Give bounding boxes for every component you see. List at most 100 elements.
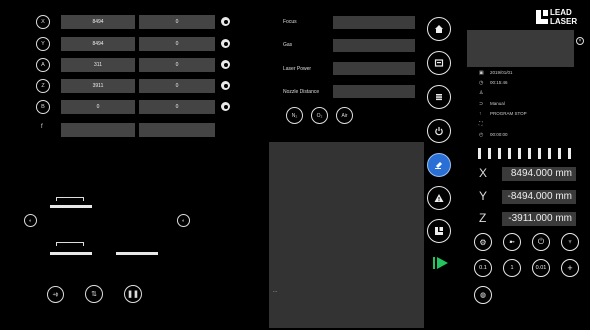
axis-y-value: 8494 [61,37,135,51]
console-panel[interactable]: ... [269,142,424,328]
gas-n2-button[interactable]: N₂ [286,107,303,124]
head-shape-bottom [56,242,84,246]
laser-head-button[interactable] [427,153,451,177]
step-1-button[interactable]: 1 [503,259,521,277]
bulb-icon: ♆ [567,238,573,246]
feed-value [61,123,135,137]
brand-button[interactable] [427,219,451,243]
crosshair-button[interactable]: + [561,259,579,277]
timer-icon: ◴ [479,132,484,138]
lead-logo-icon [435,227,443,235]
camera-preview [467,30,574,67]
axis-y-zero-icon[interactable] [221,39,230,48]
coord-x-value: 8494.000 mm [502,167,576,181]
clock-icon: ◷ [479,80,484,86]
axis-badge-z[interactable]: Z [36,79,50,93]
pause-button[interactable]: ❚❚ [124,285,142,303]
axis-badge-b[interactable]: B [36,100,50,114]
settings-tool-button[interactable]: ⚙ [474,233,492,251]
axis-badge-a[interactable]: A [36,58,50,72]
step-0-1-button[interactable]: 0.1 [474,259,492,277]
coord-z-value: -3911.000 mm [502,212,576,226]
close-preview-button[interactable]: × [576,37,584,45]
brand-logo: LEAD LASER [536,7,578,31]
axis-y-offset[interactable]: 0 [139,37,215,51]
status-date: 2019/01/01 [490,70,513,75]
coord-x-label: X [479,166,488,180]
gas-field[interactable] [333,39,415,52]
reset-button[interactable]: ◍ [474,286,492,304]
axis-x-value: 8494 [61,15,135,29]
status-time: 00:15:46 [490,80,508,85]
head-shape-top [56,197,84,201]
program-status-icon: ↑ [479,111,482,117]
focus-label: Focus [283,19,297,25]
rotate-right-icon: ◐ [181,217,186,224]
laser-power-field[interactable] [333,62,415,75]
axis-b-offset[interactable]: 0 [139,100,215,114]
rotate-right-button[interactable]: ◐ [177,214,190,227]
axis-z-zero-icon[interactable] [221,81,230,90]
light-button[interactable]: ♆ [561,233,579,251]
power-tool-button[interactable]: ⏻ [532,233,550,251]
close-icon: × [578,38,582,44]
axis-x-offset[interactable]: 0 [139,15,215,29]
cycle-button[interactable]: ⇅ [85,285,103,303]
rotate-left-button[interactable]: ◐ [24,214,37,227]
play-button[interactable] [433,256,449,270]
gas-label: Gas [283,42,293,48]
status-mode: Manual [490,101,505,106]
power-button[interactable] [427,119,451,143]
laser-fire-button[interactable]: ➼ [503,233,521,251]
coord-y-label: Y [479,189,488,203]
tick [558,148,561,159]
step-button[interactable]: +ϕ [47,286,64,303]
axis-z-offset[interactable]: 0 [139,79,215,93]
tick [538,148,541,159]
layers-icon [436,94,442,101]
gear-icon: ⚙ [479,237,487,247]
crosshair-icon: + [567,263,573,273]
step-icon: +ϕ [52,291,59,298]
feed-offset[interactable] [139,123,215,137]
alarm-button[interactable] [427,186,451,210]
progress-ticks [478,148,578,160]
axis-b-zero-icon[interactable] [221,102,230,111]
pause-icon: ❚❚ [127,291,139,298]
status-timer: 00:00:00 [490,132,508,137]
tick [518,148,521,159]
gas-o2-button[interactable]: O₂ [311,107,328,124]
nozzle-distance-label: Nozzle Distance [283,89,320,95]
axis-x-zero-icon[interactable] [221,17,230,26]
program-icon [434,59,444,67]
feed-label: f [41,124,43,130]
step-0-01-button[interactable]: 0.01 [532,259,550,277]
axis-a-value: 311 [61,58,135,72]
logo-mark-icon [536,10,548,24]
reset-icon: ◍ [479,292,487,299]
table-bar-top [50,205,92,208]
home-button[interactable] [427,17,451,41]
tick [548,148,551,159]
axis-z-value: 3911 [61,79,135,93]
rotate-left-icon: ◐ [28,217,33,224]
focus-field[interactable] [333,16,415,29]
power-icon [435,127,443,136]
cycle-icon: ⇅ [91,291,97,298]
power-icon: ⏻ [537,237,545,246]
coord-z-label: Z [479,211,487,225]
table-bar-bottom-left [50,252,92,255]
axis-badge-y[interactable]: Y [36,37,50,51]
axis-a-zero-icon[interactable] [221,60,230,69]
program-button[interactable] [427,51,451,75]
layers-button[interactable] [427,85,451,109]
brand-line1: LEAD [550,8,572,17]
warning-icon [434,194,444,202]
status-program: PROGRAM STOP [490,111,527,116]
axis-badge-x[interactable]: X [36,15,50,29]
nozzle-distance-field[interactable] [333,85,415,98]
laser-head-icon [435,162,442,169]
gas-air-button[interactable]: Air [336,107,353,124]
tick [478,148,481,159]
axis-a-offset[interactable]: 0 [139,58,215,72]
